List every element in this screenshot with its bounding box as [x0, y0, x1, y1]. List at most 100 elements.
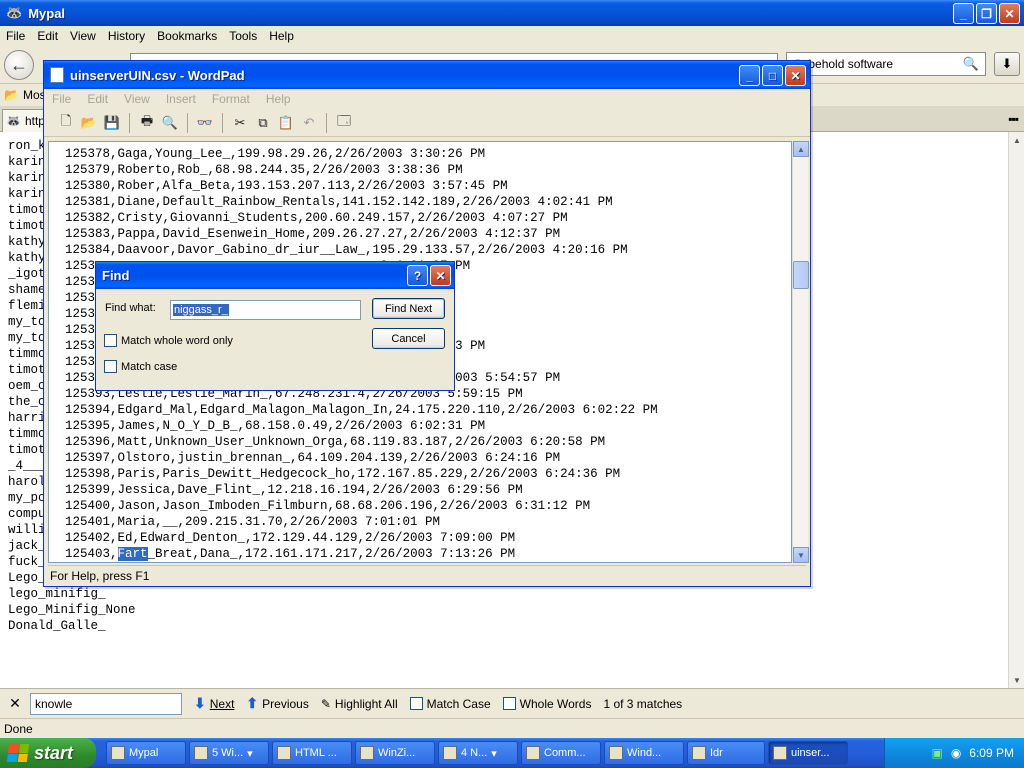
menu-bookmarks[interactable]: Bookmarks: [151, 29, 223, 43]
download-button[interactable]: ⬇: [994, 52, 1020, 76]
browser-title: Mypal: [28, 5, 66, 21]
browser-app-icon: 🦝: [6, 5, 23, 20]
document-line: 125396,Matt,Unknown_User_Unknown_Orga,68…: [65, 435, 606, 449]
winzip-icon: [360, 746, 374, 760]
undo-icon[interactable]: ↶: [299, 113, 319, 133]
find-dialog: Find ? ✕ Find what: niggass_r_ Match who…: [95, 261, 455, 391]
minimize-button[interactable]: _: [953, 3, 974, 24]
content-line: Donald_Galle_: [8, 619, 106, 633]
close-button[interactable]: ✕: [999, 3, 1020, 24]
match-case-dialog-label: Match case: [121, 360, 178, 373]
wp-menu-format[interactable]: Format: [204, 92, 258, 106]
wp-menu-edit[interactable]: Edit: [79, 92, 116, 106]
open-folder-icon[interactable]: 📂: [79, 113, 99, 133]
wordpad-toolbar: 🗋 📂 💾 🖶 🔍 👓 ✂ ⧉ 📋 ↶ 🗔: [44, 109, 810, 137]
back-button[interactable]: ←: [4, 50, 34, 80]
task-idr[interactable]: Idr: [687, 741, 765, 765]
last-line-suffix: _Breat,Dana_,172.161.171.217,2/26/2003 7…: [147, 547, 516, 561]
whole-words-box[interactable]: [502, 697, 516, 710]
whole-words-checkbox[interactable]: Whole Words: [502, 697, 591, 711]
menu-view[interactable]: View: [64, 29, 102, 43]
task-label: Wind...: [627, 747, 662, 759]
task-notepad[interactable]: 4 N... ▾: [438, 741, 518, 765]
document-line: 125394,Edgard_Mal,Edgard_Malagon_Malagon…: [65, 403, 658, 417]
maximize-button[interactable]: ❐: [976, 3, 997, 24]
menu-file[interactable]: File: [0, 29, 31, 43]
wp-menu-file[interactable]: File: [44, 92, 79, 106]
task-mypal[interactable]: Mypal: [106, 741, 186, 765]
antivirus-icon[interactable]: ◉: [951, 746, 961, 760]
start-button[interactable]: start: [0, 738, 96, 768]
task-label: HTML ...: [295, 747, 337, 759]
find-binoculars-icon[interactable]: 👓: [195, 113, 215, 133]
page-scrollbar[interactable]: ▲ ▼: [1008, 132, 1024, 688]
whole-word-box[interactable]: [104, 334, 117, 347]
help-button[interactable]: ?: [407, 265, 428, 286]
paste-icon[interactable]: 📋: [276, 113, 296, 133]
windows-flag-icon: [6, 744, 30, 762]
task-windows[interactable]: Wind...: [604, 741, 684, 765]
document-icon: [50, 67, 64, 83]
new-document-icon[interactable]: 🗋: [56, 113, 76, 133]
document-line: 125397,Olstoro,justin_brennan_,64.109.20…: [65, 451, 561, 465]
wp-menu-insert[interactable]: Insert: [158, 92, 204, 106]
find-next-dialog-button[interactable]: Find Next: [372, 298, 445, 319]
highlight-all-button[interactable]: ✎ Highlight All: [321, 697, 398, 711]
wp-menu-view[interactable]: View: [116, 92, 158, 106]
find-next-button[interactable]: ⬇ Next: [194, 695, 234, 712]
task-label: 4 N...: [461, 747, 488, 759]
insert-object-icon[interactable]: 🗔: [334, 113, 354, 133]
print-icon[interactable]: 🖶: [137, 113, 157, 133]
scroll-down-icon[interactable]: ▼: [1009, 672, 1024, 688]
cut-icon[interactable]: ✂: [230, 113, 250, 133]
highlight-all-label: Highlight All: [334, 696, 398, 711]
task-command[interactable]: Comm...: [521, 741, 601, 765]
wordpad-scrollbar[interactable]: ▲ ▼: [792, 141, 809, 563]
search-icon[interactable]: 🔍: [963, 56, 979, 72]
find-dialog-close-button[interactable]: ✕: [430, 265, 451, 286]
match-case-box[interactable]: [409, 697, 423, 710]
find-previous-button[interactable]: ⬆ Previous: [246, 695, 308, 712]
clock[interactable]: 6:09 PM: [969, 746, 1014, 760]
menu-tools[interactable]: Tools: [223, 29, 263, 43]
task-wordpad[interactable]: uinser...: [768, 741, 848, 765]
arrow-down-icon: ⬇: [194, 695, 206, 711]
menu-help[interactable]: Help: [263, 29, 300, 43]
save-icon[interactable]: 💾: [102, 113, 122, 133]
task-label: uinser...: [791, 747, 830, 759]
menu-history[interactable]: History: [102, 29, 151, 43]
match-case-dialog-box[interactable]: [104, 360, 117, 373]
wp-scroll-up-icon[interactable]: ▲: [793, 141, 809, 157]
task-winzip[interactable]: WinZi...: [355, 741, 435, 765]
print-preview-icon[interactable]: 🔍: [160, 113, 180, 133]
wp-menu-help[interactable]: Help: [258, 92, 299, 106]
browser-menubar: File Edit View History Bookmarks Tools H…: [0, 26, 1024, 46]
cancel-button[interactable]: Cancel: [372, 328, 445, 349]
menu-edit[interactable]: Edit: [31, 29, 64, 43]
task-windows-explorer[interactable]: 5 Wi... ▾: [189, 741, 269, 765]
browser-tab[interactable]: 🦝 http: [2, 109, 46, 132]
match-whole-word-checkbox[interactable]: Match whole word only: [104, 334, 233, 347]
wordpad-close-button[interactable]: ✕: [785, 65, 806, 86]
idr-icon: [692, 746, 706, 760]
wordpad-minimize-button[interactable]: _: [739, 65, 760, 86]
find-input[interactable]: knowle: [30, 692, 182, 715]
copy-icon[interactable]: ⧉: [253, 113, 273, 133]
find-dialog-title-bar: Find ? ✕: [96, 262, 454, 289]
mypal-icon: [111, 746, 125, 760]
find-what-input[interactable]: niggass_r_: [170, 300, 361, 320]
wordpad-maximize-button[interactable]: □: [762, 65, 783, 86]
scroll-up-icon[interactable]: ▲: [1009, 132, 1024, 148]
browser-title-bar: 🦝 Mypal _ ❐ ✕: [0, 0, 1024, 26]
find-previous-label: Previous: [262, 696, 309, 711]
close-find-icon[interactable]: ✕: [0, 695, 30, 712]
search-box[interactable]: G behold software 🔍: [786, 52, 986, 76]
wp-scroll-thumb[interactable]: [793, 261, 809, 289]
task-html[interactable]: HTML ...: [272, 741, 352, 765]
network-icon[interactable]: ▣: [931, 746, 942, 760]
tab-list-icon[interactable]: ▪▪▪: [1008, 112, 1019, 126]
match-case-checkbox[interactable]: Match Case: [409, 697, 491, 711]
task-list: Mypal 5 Wi... ▾ HTML ... WinZi... 4 N... ▾…: [106, 741, 848, 765]
wp-scroll-down-icon[interactable]: ▼: [793, 547, 809, 563]
match-case-dialog-checkbox[interactable]: Match case: [104, 360, 177, 373]
